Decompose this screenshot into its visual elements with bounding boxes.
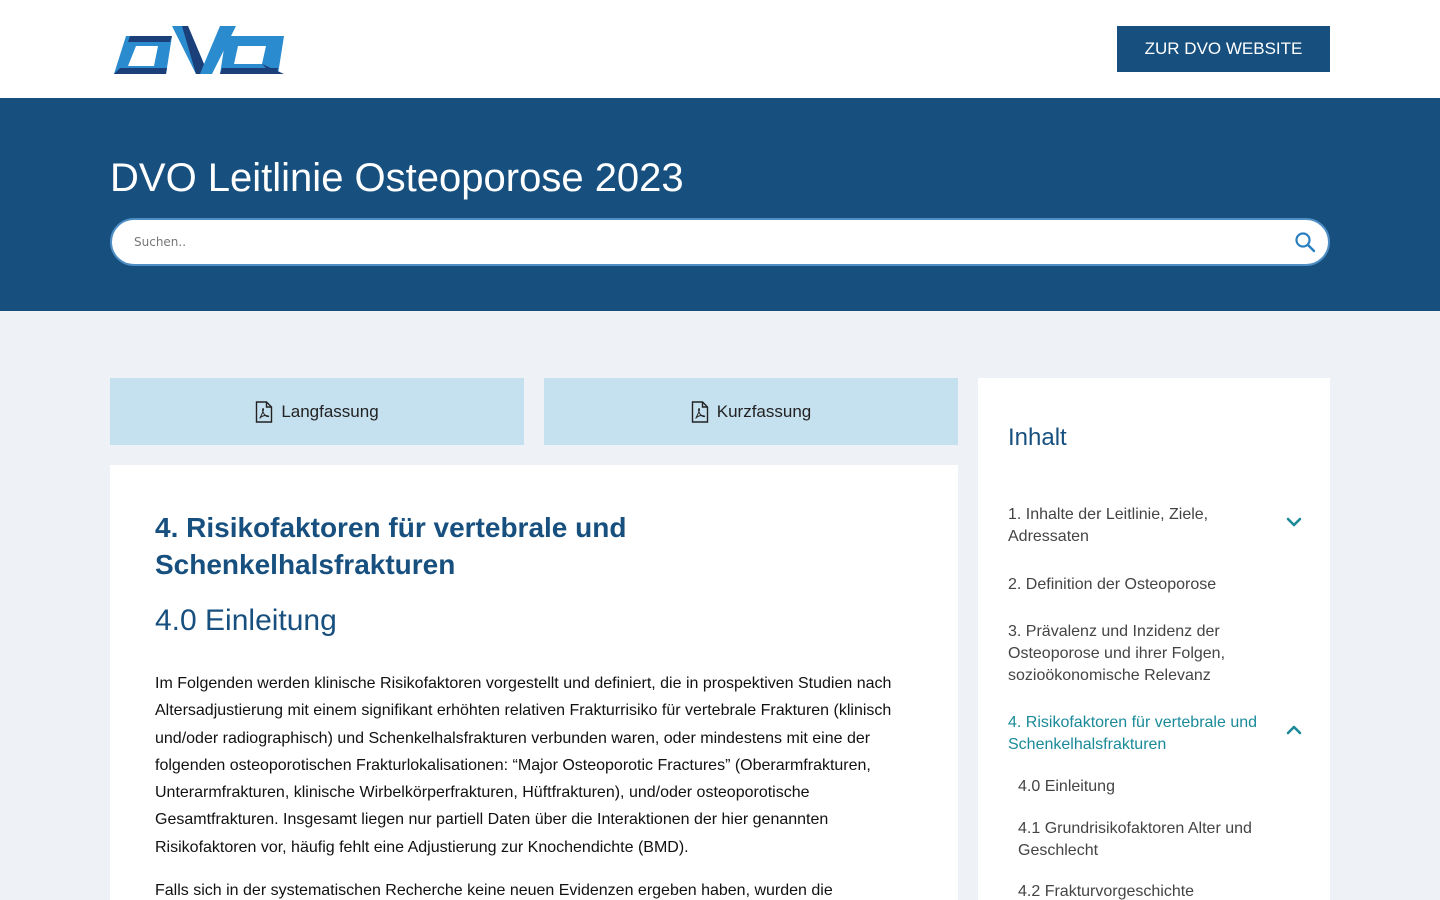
chevron-down-icon[interactable] (1285, 516, 1303, 528)
page-title: DVO Leitlinie Osteoporose 2023 (110, 156, 684, 200)
toc-title: Inhalt (1008, 424, 1067, 451)
toc-item-praevalenz[interactable]: 3. Prävalenz und Inzidenz der Osteoporos… (1008, 621, 1258, 687)
toc-item-risikofaktoren[interactable]: 4. Risikofaktoren für vertebrale und Sch… (1008, 712, 1258, 756)
langfassung-pdf-button[interactable]: Langfassung (110, 378, 524, 445)
toc-subitem-einleitung[interactable]: 4.0 Einleitung (1018, 776, 1288, 798)
pdf-file-icon (691, 400, 708, 423)
dvo-website-button[interactable]: ZUR DVO WEBSITE (1117, 26, 1330, 72)
toc-subitem-grundrisikofaktoren[interactable]: 4.1 Grundrisikofaktoren Alter und Geschl… (1018, 818, 1288, 862)
top-bar: ZUR DVO WEBSITE (0, 0, 1440, 98)
toc-sidebar: Inhalt 1. Inhalte der Leitlinie, Ziele, … (978, 378, 1330, 900)
toc-subitem-frakturvorgeschichte[interactable]: 4.2 Frakturvorgeschichte (1018, 881, 1288, 900)
pdf-file-icon (256, 400, 273, 423)
search-bar (110, 218, 1330, 266)
article-content: 4. Risikofaktoren für vertebrale und Sch… (110, 465, 958, 900)
article-paragraph: Falls sich in der systematischen Recherc… (155, 882, 833, 899)
search-icon[interactable] (1294, 231, 1316, 253)
langfassung-label: Langfassung (281, 401, 379, 421)
toc-item-definition[interactable]: 2. Definition der Osteoporose (1008, 574, 1258, 596)
chapter-heading: 4. Risikofaktoren für vertebrale und Sch… (155, 512, 627, 580)
kurzfassung-pdf-button[interactable]: Kurzfassung (544, 378, 958, 445)
toc-item-inhalte[interactable]: 1. Inhalte der Leitlinie, Ziele, Adressa… (1008, 504, 1258, 548)
kurzfassung-label: Kurzfassung (716, 401, 812, 421)
article-paragraph: Im Folgenden werden klinische Risikofakt… (155, 675, 892, 856)
section-heading: 4.0 Einleitung (155, 604, 337, 637)
dvo-logo[interactable] (112, 22, 286, 76)
search-input[interactable] (134, 220, 1284, 264)
hero-banner: DVO Leitlinie Osteoporose 2023 (0, 98, 1440, 311)
chevron-up-icon[interactable] (1285, 724, 1303, 736)
